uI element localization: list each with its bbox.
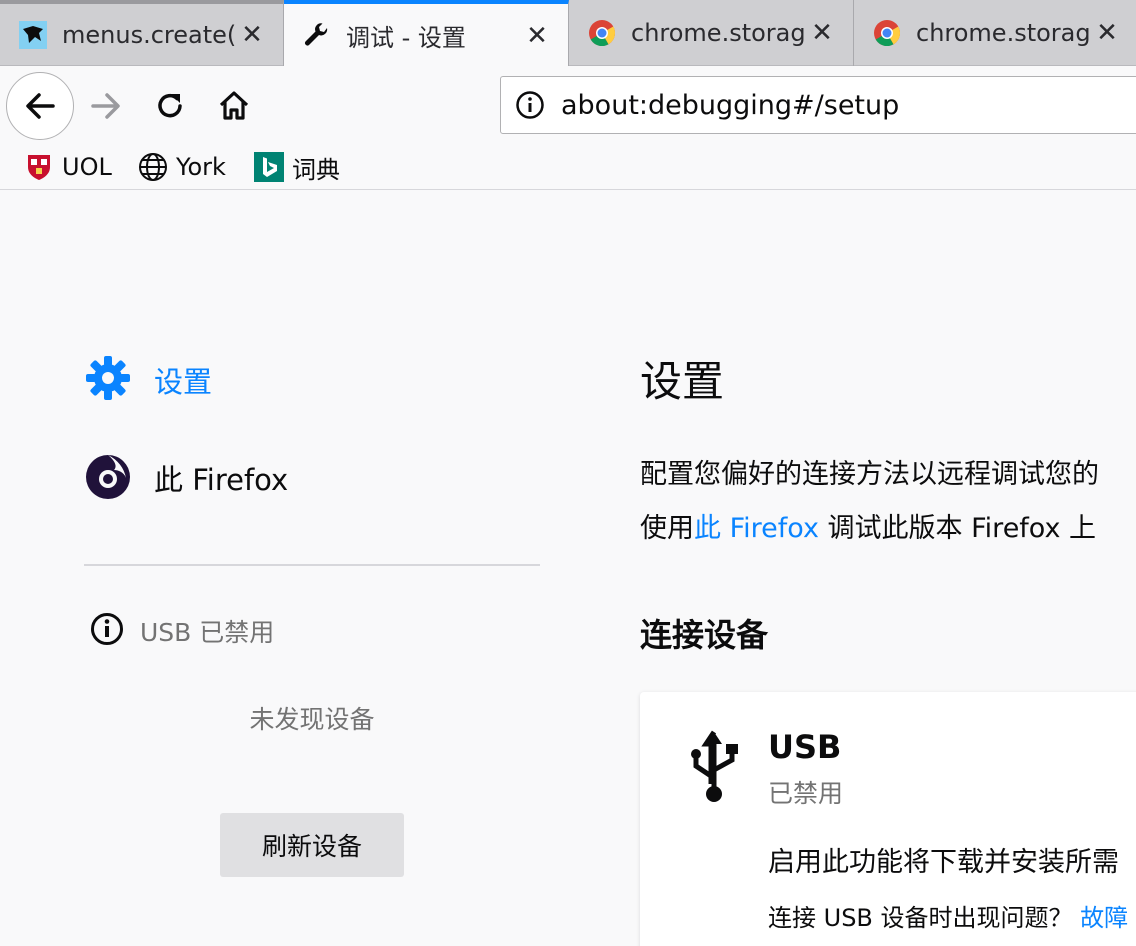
troubleshoot-text: 连接 USB 设备时出现问题？ bbox=[768, 904, 1073, 932]
site-info-icon[interactable] bbox=[513, 88, 547, 122]
globe-icon bbox=[138, 152, 168, 182]
usb-status-label: USB 已禁用 bbox=[140, 618, 275, 647]
tab-title: 调试 - 设置 bbox=[346, 24, 466, 52]
firefox-logo-icon bbox=[84, 452, 132, 504]
this-firefox-link[interactable]: 此 Firefox bbox=[694, 513, 819, 544]
usb-troubleshoot-line: 连接 USB 设备时出现问题？ 故障 bbox=[768, 898, 1128, 933]
usb-card-title: USB bbox=[768, 728, 842, 766]
bookmark-label: 词典 bbox=[292, 155, 340, 184]
mdn-dino-icon bbox=[18, 20, 48, 50]
bookmark-uol[interactable]: UOL bbox=[24, 150, 112, 184]
tab-title: chrome.storag bbox=[631, 19, 806, 47]
sidebar-item-label: 设置 bbox=[154, 365, 213, 399]
close-tab-icon[interactable]: ✕ bbox=[522, 21, 552, 51]
forward-button[interactable] bbox=[82, 82, 130, 130]
close-tab-icon[interactable]: ✕ bbox=[807, 18, 837, 48]
wrench-icon bbox=[302, 21, 332, 51]
info-icon bbox=[90, 612, 124, 650]
tab-title: chrome.storag bbox=[916, 19, 1091, 47]
bookmark-york[interactable]: York bbox=[138, 150, 226, 184]
home-button[interactable] bbox=[210, 82, 258, 130]
tab-chrome-storage-2[interactable]: chrome.storag ✕ bbox=[854, 0, 1136, 66]
sidebar-item-this-firefox[interactable]: 此 Firefox bbox=[84, 452, 288, 504]
bing-icon bbox=[254, 152, 284, 182]
sidebar-item-setup[interactable]: 设置 bbox=[84, 354, 212, 406]
tab-chrome-storage-1[interactable]: chrome.storag ✕ bbox=[569, 0, 854, 66]
setup-description-line1: 配置您偏好的连接方法以远程调试您的 bbox=[640, 459, 1099, 490]
back-button[interactable] bbox=[6, 72, 74, 140]
tab-strip: menus.create( ✕ 调试 - 设置 ✕ chrome.storag … bbox=[0, 0, 1136, 67]
sidebar-divider bbox=[84, 564, 540, 566]
url-text[interactable]: about:debugging#/setup bbox=[561, 90, 899, 121]
forward-arrow-icon bbox=[91, 93, 120, 119]
bookmarks-toolbar: UOL York 词典 bbox=[0, 144, 1136, 190]
chrome-icon bbox=[872, 18, 902, 48]
reload-icon bbox=[158, 93, 182, 118]
back-arrow-icon bbox=[26, 93, 55, 119]
bookmark-label: York bbox=[176, 153, 226, 181]
usb-connection-card: USB 已禁用 启用此功能将下载并安装所需 连接 USB 设备时出现问题？ 故障 bbox=[640, 692, 1136, 946]
usb-card-status: 已禁用 bbox=[768, 779, 844, 808]
gear-icon bbox=[84, 354, 132, 406]
connect-device-heading: 连接设备 bbox=[640, 616, 769, 654]
sidebar-item-label: 此 Firefox bbox=[154, 463, 289, 497]
description-text: 调试此版本 Firefox 上 bbox=[818, 513, 1097, 544]
bookmark-cidian[interactable]: 词典 bbox=[254, 150, 340, 184]
troubleshoot-link[interactable]: 故障 bbox=[1080, 904, 1128, 932]
url-bar[interactable]: about:debugging#/setup bbox=[500, 76, 1136, 134]
description-text: 使用 bbox=[640, 513, 694, 544]
page-title: 设置 bbox=[640, 357, 725, 406]
no-devices-message: 未发现设备 bbox=[249, 705, 375, 734]
tab-title: menus.create( bbox=[62, 21, 237, 49]
tab-debugging-setup[interactable]: 调试 - 设置 ✕ bbox=[284, 0, 569, 67]
usb-status: USB 已禁用 bbox=[90, 612, 274, 650]
home-icon bbox=[219, 91, 249, 120]
uol-crest-icon bbox=[24, 152, 54, 182]
usb-icon bbox=[686, 730, 742, 810]
usb-card-description: 启用此功能将下载并安装所需 bbox=[768, 847, 1119, 878]
tab-menus-create[interactable]: menus.create( ✕ bbox=[0, 0, 284, 66]
chrome-icon bbox=[587, 18, 617, 48]
close-tab-icon[interactable]: ✕ bbox=[1092, 18, 1122, 48]
refresh-devices-button[interactable]: 刷新设备 bbox=[220, 813, 404, 877]
close-tab-icon[interactable]: ✕ bbox=[237, 20, 267, 50]
navigation-toolbar: about:debugging#/setup bbox=[0, 66, 1136, 144]
bookmark-label: UOL bbox=[62, 153, 112, 181]
reload-button[interactable] bbox=[146, 82, 194, 130]
setup-description-line2: 使用此 Firefox 调试此版本 Firefox 上 bbox=[640, 506, 1096, 545]
